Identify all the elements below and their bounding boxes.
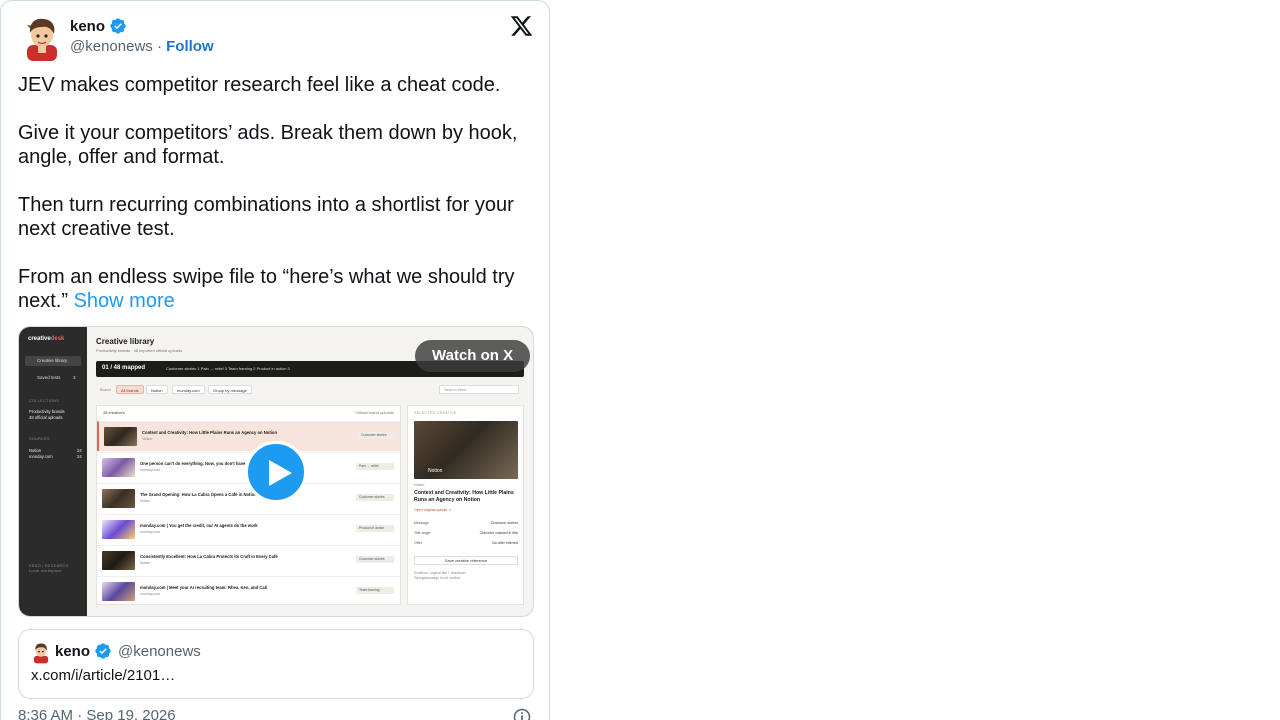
filter-row: Brand All brands Notion monday.com Group…	[96, 383, 524, 397]
list-item: monday.com | Meet your AI recruiting tea…	[97, 576, 400, 606]
app-title: Creative library	[96, 337, 155, 346]
creative-thumbnail: Notion	[414, 421, 518, 479]
author-handle-row: @kenonews · Follow	[70, 38, 214, 55]
list-item: Context and Creativity: How Little Plain…	[97, 421, 400, 451]
list-item: monday.com | You get the credit, our AI …	[97, 514, 400, 544]
filter-chip: Group by message	[208, 385, 252, 394]
sidebar-section-label: COLLECTIONS	[29, 399, 60, 403]
quote-author-handle: @kenonews	[118, 642, 201, 660]
play-icon	[269, 460, 292, 486]
author-name[interactable]: keno	[70, 18, 105, 35]
sidebar-source: monday.com 24	[29, 454, 82, 459]
sidebar-item-creative-library: Creative library	[25, 356, 81, 366]
creative-detail: SELECTED CREATIVE Notion Notion Context …	[407, 405, 524, 605]
info-icon[interactable]	[512, 707, 532, 720]
sidebar-collection: 48 official uploads	[29, 415, 63, 420]
filter-chip: monday.com	[172, 385, 205, 394]
quote-avatar	[33, 643, 49, 664]
author-name-row: keno	[70, 17, 127, 35]
filter-chip: All brands	[116, 385, 144, 394]
tweet-card: keno @kenonews · Follow JEV makes compet…	[0, 0, 550, 720]
app-subtitle: Productivity brands · 48 imported offici…	[96, 348, 183, 353]
author-handle[interactable]: @kenonews	[70, 38, 153, 55]
sidebar-footer: Local workspace	[29, 569, 62, 573]
video-preview[interactable]: creativedesk Creative library Saved test…	[18, 326, 534, 617]
sidebar-footer: KENO / RESEARCH	[29, 564, 69, 568]
tweet-paragraph: Give it your competitors’ ads. Break the…	[18, 122, 518, 168]
app-logo: creativedesk	[28, 336, 65, 342]
list-item: Consistently Excellent: How La Cabra Pro…	[97, 545, 400, 575]
watch-on-x-button[interactable]: Watch on X	[415, 340, 531, 372]
tweet-paragraph-last: From an endless swipe file to “here’s wh…	[18, 265, 533, 313]
app-sidebar: creativedesk Creative library Saved test…	[19, 327, 87, 616]
show-more-link[interactable]: Show more	[74, 290, 175, 312]
play-button[interactable]	[245, 441, 307, 503]
sidebar-section-label: SOURCES	[29, 437, 50, 441]
quote-author-row: keno @kenonews	[55, 642, 201, 660]
verified-badge-icon	[110, 18, 126, 34]
creative-list: 48 creatives Official brand uploads Cont…	[96, 405, 401, 605]
app-search-box: Search titles…	[439, 385, 519, 394]
follow-button[interactable]: Follow	[166, 38, 214, 55]
tweet-paragraph: JEV makes competitor research feel like …	[18, 74, 501, 96]
quote-author-name: keno	[55, 642, 91, 660]
quoted-tweet[interactable]: keno @kenonews x.com/i/article/2101…	[18, 629, 534, 699]
filter-chip: Notion	[146, 385, 168, 394]
sidebar-item-saved-tests: Saved tests 3	[37, 375, 76, 380]
separator-dot: ·	[156, 38, 162, 55]
avatar[interactable]	[23, 17, 61, 61]
tweet-text: JEV makes competitor research feel like …	[18, 73, 533, 313]
x-logo-icon[interactable]	[509, 14, 534, 38]
tweet-paragraph: Then turn recurring combinations into a …	[18, 194, 514, 240]
quote-link[interactable]: x.com/i/article/2101…	[31, 667, 175, 684]
timestamp[interactable]: 8:36 AM · Sep 19, 2026	[18, 707, 176, 720]
verified-badge-icon	[95, 643, 111, 659]
